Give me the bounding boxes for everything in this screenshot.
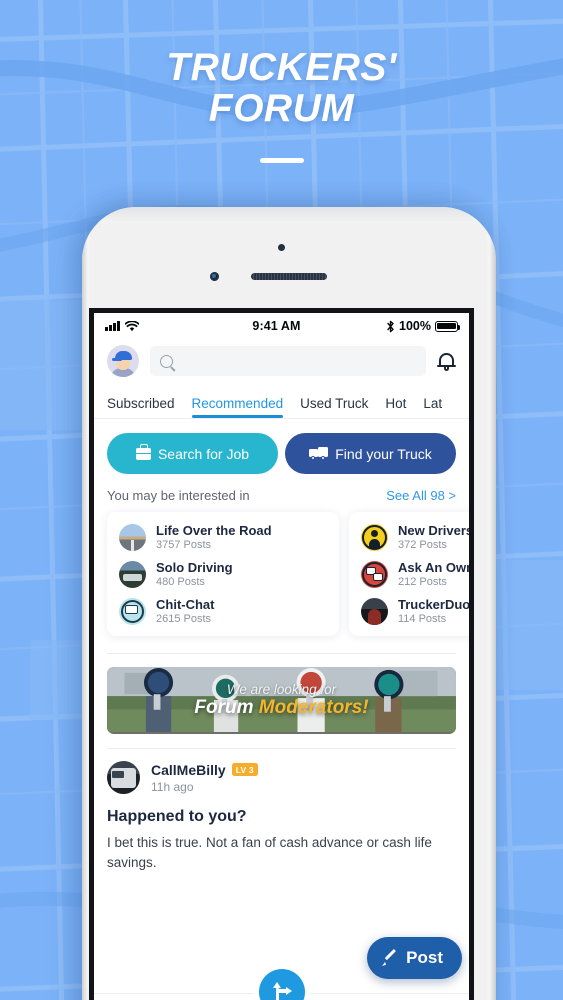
group-post-count: 372 Posts — [398, 539, 447, 551]
category-tabs: Subscribed Recommended Used Truck Hot La… — [94, 385, 469, 419]
group-post-count: 3757 Posts — [156, 539, 212, 551]
tab-recommended[interactable]: Recommended — [191, 396, 283, 418]
list-item[interactable]: Chit-Chat 2615 Posts — [119, 597, 328, 625]
banner-line-2: Forum Moderators! — [194, 697, 368, 719]
new-driver-icon — [361, 523, 388, 551]
ask-owner-icon — [361, 560, 388, 588]
interested-section-header: You may be interested in See All 98 > — [94, 474, 469, 512]
wifi-icon — [124, 320, 139, 331]
phone-screen: 9:41 AM 100% Subscribed Recommended Used… — [89, 308, 474, 1000]
post-button[interactable]: Post — [367, 937, 462, 979]
poster-headline: TRUCKERS' FORUM — [0, 46, 563, 163]
feed-post: CallMeBilly LV 3 11h ago Happened to you… — [94, 749, 469, 872]
headline-underline-rule — [259, 157, 304, 163]
search-for-job-label: Search for Job — [157, 445, 250, 462]
list-item[interactable]: Ask An Owner 212 Posts — [361, 560, 469, 588]
pencil-icon — [382, 950, 398, 966]
post-title: Happened to you? — [107, 808, 247, 825]
tab-subscribed[interactable]: Subscribed — [107, 396, 175, 418]
search-for-job-button[interactable]: Search for Job — [107, 433, 278, 474]
bottom-navigation-bar: Places Forum Services Me — [94, 968, 469, 1000]
banner-line-1: We are looking for — [226, 682, 337, 697]
truckerduo-photo-avatar — [361, 597, 388, 625]
group-post-count: 2615 Posts — [156, 613, 212, 625]
headline-line-2: FORUM — [208, 86, 355, 130]
battery-icon — [435, 320, 461, 332]
see-all-link[interactable]: See All 98 > — [386, 488, 456, 503]
search-input[interactable] — [150, 346, 426, 376]
group-card: Life Over the Road 3757 Posts Solo Drivi… — [107, 512, 339, 636]
group-name: Life Over the Road — [156, 523, 272, 538]
post-author-name: CallMeBilly — [151, 761, 226, 778]
chat-bubble-icon — [119, 597, 146, 625]
phone-top-bezel — [90, 207, 487, 223]
group-cards-carousel[interactable]: Life Over the Road 3757 Posts Solo Drivi… — [94, 512, 469, 636]
status-bar-time: 9:41 AM — [252, 319, 301, 333]
banner-line-2-white: Forum — [194, 697, 259, 718]
truck-photo-avatar — [107, 761, 140, 794]
headline-line-1: TRUCKERS' — [166, 46, 397, 89]
moderators-banner[interactable]: We are looking for Forum Moderators! — [107, 667, 456, 734]
group-name: TruckerDuo — [398, 597, 469, 612]
group-name: New Drivers' C — [398, 523, 469, 538]
battery-percent-label: 100% — [399, 319, 431, 333]
group-name: Ask An Owner — [398, 560, 469, 575]
section-divider — [107, 653, 456, 654]
find-your-truck-label: Find your Truck — [335, 445, 432, 462]
group-post-count: 212 Posts — [398, 576, 447, 588]
bluetooth-icon — [387, 320, 394, 332]
post-author-row[interactable]: CallMeBilly LV 3 11h ago — [107, 761, 456, 794]
road-photo-avatar — [119, 523, 146, 551]
tab-hot[interactable]: Hot — [385, 396, 406, 418]
status-bar: 9:41 AM 100% — [94, 313, 469, 339]
list-item[interactable]: New Drivers' C 372 Posts — [361, 523, 469, 551]
tab-used-truck[interactable]: Used Truck — [300, 396, 368, 418]
user-avatar[interactable] — [107, 345, 139, 377]
quick-action-buttons: Search for Job Find your Truck — [94, 419, 469, 474]
tab-latest[interactable]: Lat — [423, 396, 442, 418]
bell-icon[interactable] — [437, 351, 456, 372]
cellular-signal-icon — [105, 321, 120, 331]
group-post-count: 114 Posts — [398, 613, 447, 625]
truck-icon — [309, 447, 329, 460]
group-post-count: 480 Posts — [156, 576, 205, 588]
briefcase-icon — [135, 444, 151, 460]
list-item[interactable]: Life Over the Road 3757 Posts — [119, 523, 328, 551]
group-card: New Drivers' C 372 Posts Ask An Owner 21… — [349, 512, 469, 636]
list-item[interactable]: Solo Driving 480 Posts — [119, 560, 328, 588]
post-body: I bet this is true. Not a fan of cash ad… — [107, 835, 432, 870]
search-icon — [160, 354, 173, 368]
navigate-arrow-icon[interactable] — [258, 968, 305, 1000]
app-top-bar — [94, 339, 469, 385]
post-button-label: Post — [406, 948, 443, 967]
front-camera-icon — [210, 272, 219, 281]
find-your-truck-button[interactable]: Find your Truck — [285, 433, 456, 474]
group-name: Solo Driving — [156, 560, 233, 575]
level-badge: LV 3 — [231, 763, 258, 776]
post-timestamp: 11h ago — [151, 779, 194, 794]
interested-section-title: You may be interested in — [107, 488, 250, 503]
earpiece-speaker-icon — [251, 273, 327, 280]
proximity-sensor-icon — [278, 244, 285, 251]
phone-mockup: 9:41 AM 100% Subscribed Recommended Used… — [82, 207, 496, 1000]
truck-night-photo-avatar — [119, 560, 146, 588]
banner-line-2-accent: Moderators! — [258, 697, 369, 718]
group-name: Chit-Chat — [156, 597, 215, 612]
list-item[interactable]: TruckerDuo 114 Posts — [361, 597, 469, 625]
